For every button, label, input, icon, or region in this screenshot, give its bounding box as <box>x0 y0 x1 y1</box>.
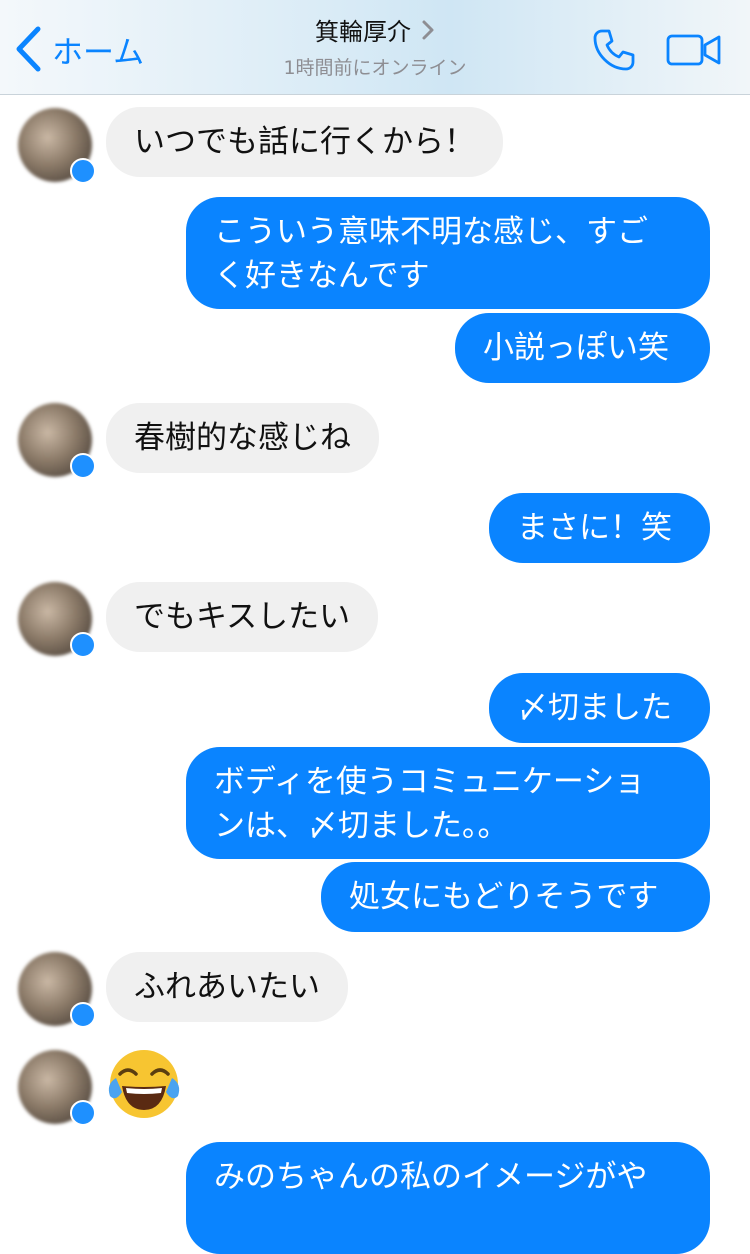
online-status: 1時間前にオンライン <box>283 57 467 79</box>
video-camera-icon <box>666 34 721 66</box>
chevron-left-icon <box>16 26 41 72</box>
contact-info: 箕輪厚介 1時間前にオンライン <box>200 12 550 80</box>
message-incoming[interactable]: 春樹的な感じね <box>106 403 379 473</box>
message-incoming[interactable]: でもキスしたい <box>106 582 379 652</box>
message-incoming[interactable]: いつでも話に行くから！ <box>106 107 503 177</box>
message-outgoing[interactable]: みのちゃんの私のイメージがや <box>186 1142 710 1254</box>
message-outgoing[interactable]: 小説っぽい笑 <box>455 313 710 383</box>
messenger-badge-icon <box>70 632 96 658</box>
back-label: ホーム <box>52 34 145 71</box>
contact-name: 箕輪厚介 <box>315 18 411 46</box>
video-call-button[interactable] <box>666 30 722 70</box>
chevron-right-icon <box>421 19 435 41</box>
message-outgoing[interactable]: 〆切ました <box>489 673 710 743</box>
message-outgoing[interactable]: こういう意味不明な感じ、すご く好きなんです <box>186 197 710 309</box>
back-button[interactable]: ホーム <box>14 24 144 74</box>
message-incoming[interactable]: ふれあいたい <box>106 952 348 1022</box>
messenger-badge-icon <box>70 1002 96 1028</box>
messenger-badge-icon <box>70 453 96 479</box>
message-outgoing[interactable]: 処女にもどりそうです <box>321 862 710 932</box>
message-outgoing[interactable]: ボディを使うコミュニケーショ ンは、〆切ました。。 <box>186 747 710 859</box>
contact-title-button[interactable]: 箕輪厚介 <box>315 12 435 47</box>
voice-call-button[interactable] <box>590 26 638 74</box>
chat-header: ホーム 箕輪厚介 1時間前にオンライン <box>0 0 750 95</box>
face-with-tears-of-joy-icon[interactable] <box>104 1044 184 1124</box>
messenger-badge-icon <box>70 1100 96 1126</box>
messenger-badge-icon <box>70 158 96 184</box>
phone-icon <box>593 29 635 71</box>
message-outgoing[interactable]: まさに！笑 <box>489 493 710 563</box>
